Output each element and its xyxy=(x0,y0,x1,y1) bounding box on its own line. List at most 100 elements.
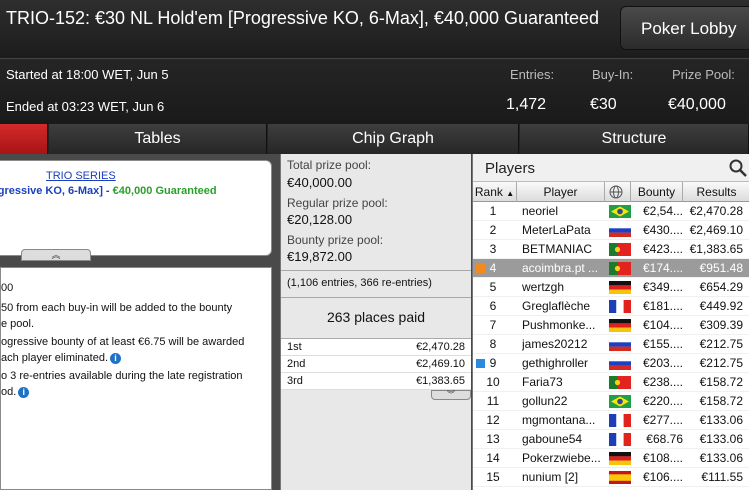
russia-flag-icon xyxy=(609,357,631,370)
start-time: Started at 18:00 WET, Jun 5 xyxy=(6,67,169,82)
player-result: €212.75 xyxy=(699,356,743,370)
player-result: €2,470.28 xyxy=(689,204,743,218)
rule-line: 00 xyxy=(1,282,14,294)
prize-row: 1st €2,470.28 xyxy=(281,339,471,356)
player-row[interactable]: 4 acoimbra.pt ... €174.... €951.48 xyxy=(473,259,749,278)
player-result: €1,383.65 xyxy=(689,242,743,256)
brazil-flag-icon xyxy=(609,205,631,218)
player-rank: 8 xyxy=(489,337,497,351)
player-row[interactable]: 14 Pokerzwiebe... €108.... €133.06 xyxy=(473,449,749,468)
player-row[interactable]: 1 neoriel €2,54... €2,470.28 xyxy=(473,202,749,221)
player-row[interactable]: 2 MeterLaPata €430.... €2,469.10 xyxy=(473,221,749,240)
player-result: €309.39 xyxy=(699,318,743,332)
rule-line: e pool. xyxy=(1,318,35,330)
column-bounty[interactable]: Bounty xyxy=(631,182,683,202)
player-name: mgmontana... xyxy=(522,413,596,427)
player-bounty: €277.... xyxy=(642,413,683,427)
brazil-flag-icon xyxy=(609,395,631,408)
search-icon[interactable] xyxy=(728,158,748,178)
info-icon[interactable]: i xyxy=(18,386,30,398)
player-row[interactable]: 8 james20212 €155.... €212.75 xyxy=(473,335,749,354)
entries-label: Entries: xyxy=(510,67,555,82)
player-bounty: €423.... xyxy=(642,242,683,256)
tab-info[interactable] xyxy=(0,124,48,154)
player-rank: 9 xyxy=(489,356,497,370)
column-rank-label: Rank xyxy=(474,185,503,199)
series-tournament-name: ogressive KO, 6-Max] - €40,000 Guarantee… xyxy=(0,185,217,197)
tournament-title: TRIO-152: €30 NL Hold'em [Progressive KO… xyxy=(6,8,600,28)
player-row[interactable]: 12 mgmontana... €277.... €133.06 xyxy=(473,411,749,430)
player-bounty: €220.... xyxy=(642,394,683,408)
player-rank: 1 xyxy=(489,204,497,218)
info-icon[interactable]: i xyxy=(110,352,122,364)
player-result: €654.29 xyxy=(699,280,743,294)
prize-row: 2nd €2,469.10 xyxy=(281,356,471,373)
player-name: MeterLaPata xyxy=(522,223,591,237)
player-result: €212.75 xyxy=(699,337,743,351)
tab-structure[interactable]: Structure xyxy=(520,124,749,154)
player-name: gethighroller xyxy=(522,356,589,370)
divider xyxy=(281,270,471,271)
players-column-header: Rank ▲ Player Bounty Results xyxy=(473,182,749,202)
total-prize-value: €40,000.00 xyxy=(287,175,353,190)
player-bounty: €181.... xyxy=(642,299,683,313)
player-result: €133.06 xyxy=(699,451,743,465)
divider xyxy=(281,297,471,298)
player-bounty: €68.76 xyxy=(646,432,683,446)
player-result: €2,469.10 xyxy=(689,223,743,237)
player-row[interactable]: 9 gethighroller €203.... €212.75 xyxy=(473,354,749,373)
series-box: TRIO SERIES ogressive KO, 6-Max] - €40,0… xyxy=(0,160,272,261)
player-rank: 10 xyxy=(486,375,500,389)
expand-toggle[interactable]: ︾ xyxy=(431,390,471,400)
prize-amount: €2,470.28 xyxy=(416,341,465,353)
bounty-prize-label: Bounty prize pool: xyxy=(287,233,384,247)
poker-lobby-button[interactable]: Poker Lobby xyxy=(620,6,749,50)
buyin-value: €30 xyxy=(590,96,617,113)
player-name: wertzgh xyxy=(522,280,565,294)
prize-row: 3rd €1,383.65 xyxy=(281,373,471,390)
column-player[interactable]: Player xyxy=(517,182,605,202)
player-name: Greglaflèche xyxy=(522,299,591,313)
collapse-toggle[interactable]: ︽ xyxy=(21,249,91,261)
player-row[interactable]: 10 Faria73 €238.... €158.72 xyxy=(473,373,749,392)
player-rank: 4 xyxy=(489,261,497,275)
player-rank: 7 xyxy=(489,318,497,332)
france-flag-icon xyxy=(609,300,631,313)
player-row[interactable]: 13 gaboune54 €68.76 €133.06 xyxy=(473,430,749,449)
player-result: €133.06 xyxy=(699,432,743,446)
entries-note: (1,106 entries, 366 re-entries) xyxy=(287,277,432,289)
player-bounty: €2,54... xyxy=(642,204,683,218)
column-results[interactable]: Results xyxy=(683,182,749,202)
sort-asc-icon: ▲ xyxy=(506,189,515,198)
rule-line: od. i xyxy=(1,384,30,400)
player-rank: 15 xyxy=(486,470,500,484)
player-row[interactable]: 3 BETMANIAC €423.... €1,383.65 xyxy=(473,240,749,259)
rule-text: od. xyxy=(1,386,17,398)
rule-line: 50 from each buy-in will be added to the… xyxy=(1,302,233,314)
france-flag-icon xyxy=(609,414,631,427)
players-panel: Players Rank ▲ Player Bounty Results 1 ne… xyxy=(472,154,749,490)
france-flag-icon xyxy=(609,433,631,446)
player-result: €158.72 xyxy=(699,375,743,389)
content-area: TRIO SERIES ogressive KO, 6-Max] - €40,0… xyxy=(0,154,749,490)
prize-place: 3rd xyxy=(287,375,303,387)
rule-line: o 3 re-entries available during the late… xyxy=(1,370,243,382)
player-bounty: €238.... xyxy=(642,375,683,389)
player-result: €111.55 xyxy=(701,470,743,484)
player-row[interactable]: 11 gollun22 €220.... €158.72 xyxy=(473,392,749,411)
player-row[interactable]: 5 wertzgh €349.... €654.29 xyxy=(473,278,749,297)
column-rank[interactable]: Rank ▲ xyxy=(473,182,517,202)
player-name: acoimbra.pt ... xyxy=(522,261,599,275)
player-row[interactable]: 7 Pushmonke... €104.... €309.39 xyxy=(473,316,749,335)
player-result: €449.92 xyxy=(699,299,743,313)
tab-tables[interactable]: Tables xyxy=(49,124,267,154)
player-name: gaboune54 xyxy=(522,432,583,446)
player-result: €158.72 xyxy=(699,394,743,408)
player-row[interactable]: 6 Greglaflèche €181.... €449.92 xyxy=(473,297,749,316)
regular-prize-label: Regular prize pool: xyxy=(287,196,388,210)
series-link[interactable]: TRIO SERIES xyxy=(46,170,116,182)
tab-chip-graph[interactable]: Chip Graph xyxy=(268,124,519,154)
player-bounty: €104.... xyxy=(642,318,683,332)
player-row[interactable]: 15 nunium [2] €106.... €111.55 xyxy=(473,468,749,487)
prize-pool-value: €40,000 xyxy=(668,96,726,113)
